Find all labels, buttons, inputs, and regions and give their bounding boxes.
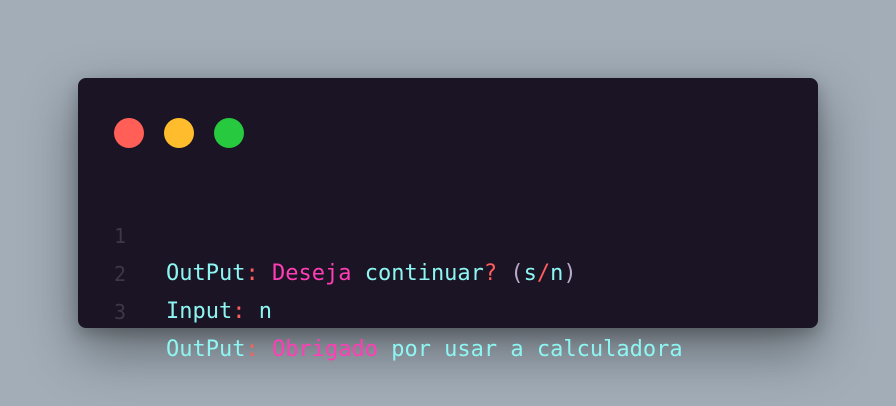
window-controls [114, 118, 244, 148]
line-content: Input: n [166, 293, 272, 331]
code-window: 1 OutPut: Deseja continuar? (s/n) 2 Inpu… [78, 78, 818, 362]
code-token-keyword: Obrigado [271, 337, 378, 362]
close-dot[interactable] [114, 118, 144, 148]
minimize-dot[interactable] [164, 118, 194, 148]
code-token-identifier: n [245, 299, 272, 324]
code-token-identifier: OutPut [166, 337, 246, 362]
line-number: 3 [114, 300, 127, 324]
code-line-1: 1 OutPut: Deseja continuar? (s/n) [78, 179, 818, 286]
code-token-identifier [259, 337, 272, 362]
code-token-identifier: Input [166, 299, 233, 324]
code-line-2: 2 Input: n [78, 217, 818, 324]
code-token-punctuation: : [232, 299, 246, 324]
maximize-dot[interactable] [214, 118, 244, 148]
code-block: 1 OutPut: Deseja continuar? (s/n) 2 Inpu… [78, 179, 818, 362]
code-line-3: 3 OutPut: Obrigado por usar a calculador… [78, 255, 818, 362]
line-content: OutPut: Obrigado por usar a calculadora [166, 331, 683, 369]
code-token-identifier: por usar a calculadora [377, 337, 683, 362]
code-token-punctuation: : [245, 337, 259, 362]
